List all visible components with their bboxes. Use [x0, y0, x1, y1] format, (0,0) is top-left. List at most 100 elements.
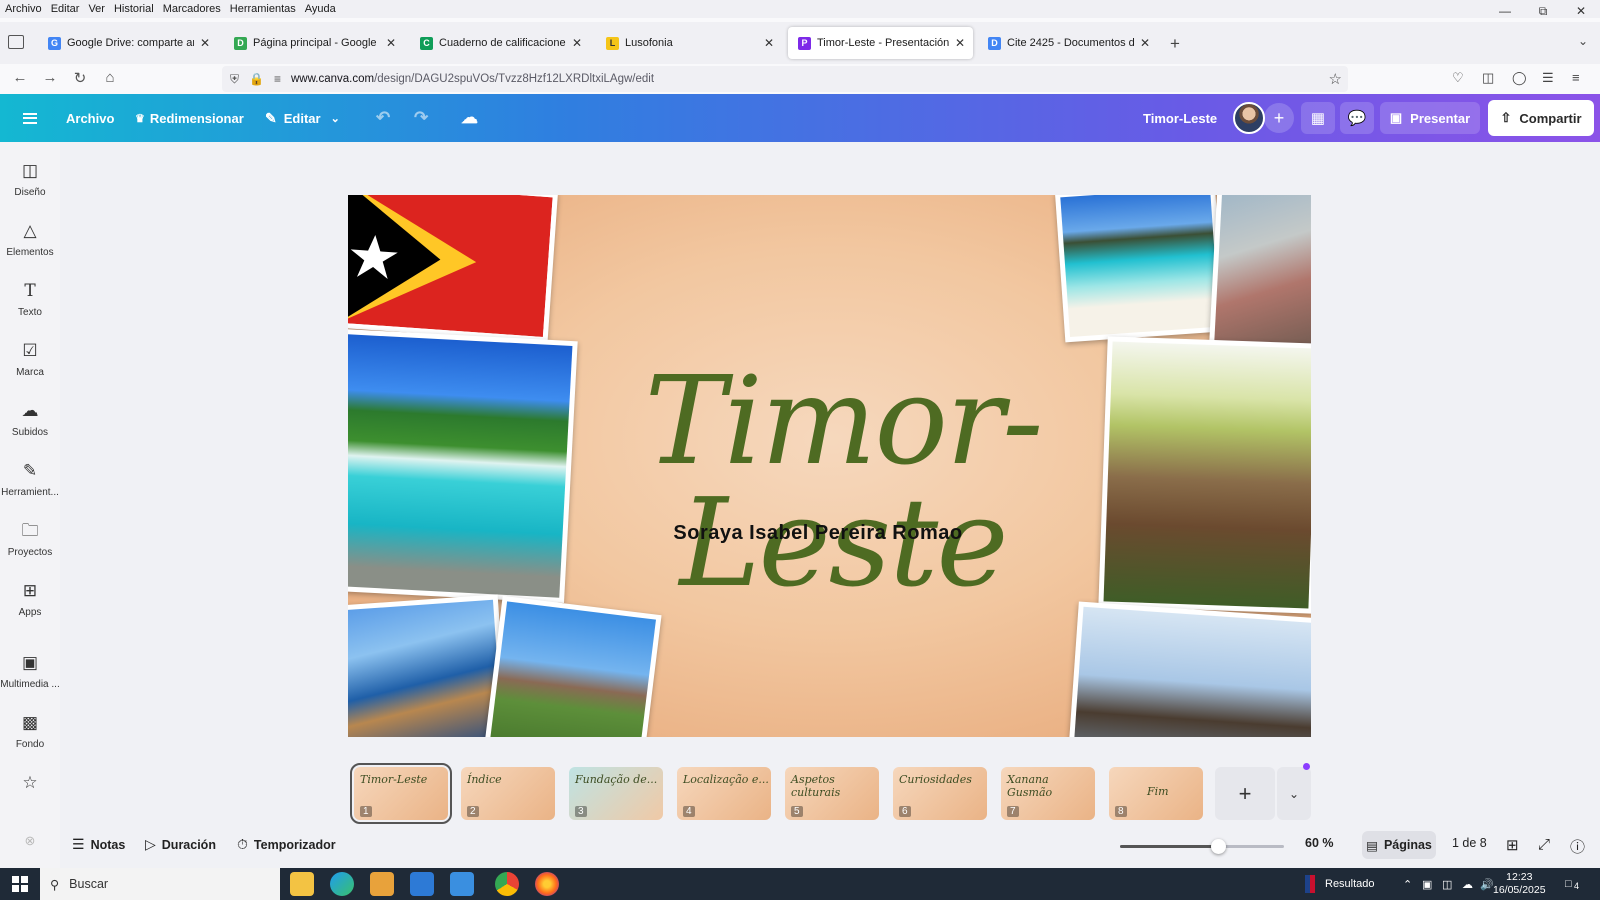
close-tab-icon[interactable]: ✕ — [200, 36, 210, 50]
slide-subtitle[interactable]: Soraya Isabel Pereira Romao — [568, 522, 1068, 545]
close-tab-icon[interactable]: ✕ — [572, 36, 582, 50]
url-text[interactable]: www.canva.com/design/DAGU2spuVOs/Tvzz8Hz… — [291, 73, 654, 85]
page-thumb-1[interactable]: Timor-Leste 1 — [350, 763, 452, 824]
editar-button[interactable]: ✎ Editar ⌄ — [265, 94, 340, 142]
fullscreen-icon[interactable]: ⤢ — [1538, 836, 1550, 853]
notifications-icon[interactable]: □ 4 — [1565, 868, 1579, 900]
taskbar-search[interactable]: ⚲ Buscar — [40, 868, 280, 900]
redimensionar-button[interactable]: ♛ Redimensionar — [135, 94, 244, 142]
page-thumb-5[interactable]: Aspetos culturais 5 — [785, 767, 879, 820]
page-thumb-8[interactable]: Fim 8 — [1109, 767, 1203, 820]
page-count[interactable]: 1 de 8 — [1452, 836, 1487, 850]
page-thumb-2[interactable]: Índice 2 — [461, 767, 555, 820]
tab-gradebook[interactable]: C Cuaderno de calificaciones de 2 ✕ — [410, 27, 590, 59]
sidebar-item-apps[interactable]: ⊞ Apps — [0, 580, 60, 618]
sidebar-item-marca[interactable]: ☑ Marca — [0, 340, 60, 378]
menu-toggle[interactable] — [23, 94, 37, 142]
cloud-save-icon[interactable]: ☁ — [461, 94, 478, 142]
list-all-tabs-icon[interactable] — [8, 35, 24, 49]
restore-icon[interactable]: ⧉ — [1524, 0, 1562, 22]
temporizador-button[interactable]: ⏱ Temporizador — [237, 836, 336, 853]
slide-title[interactable]: Timor-Leste — [558, 360, 1128, 604]
notas-button[interactable]: ☰ Notas — [72, 836, 125, 853]
sidebar-item-elementos[interactable]: △ Elementos — [0, 220, 60, 258]
reload-icon[interactable]: ↻ — [70, 69, 90, 87]
tray-chevron-icon[interactable]: ⌃ — [1403, 868, 1412, 900]
page-thumb-7[interactable]: Xanana Gusmão 7 — [1001, 767, 1095, 820]
tab-google-drive-share[interactable]: G Google Drive: comparte archivo ✕ — [38, 27, 218, 59]
sidebar-item-starred[interactable]: ☆ — [0, 772, 60, 794]
sidebar-collapse[interactable]: ⊗ — [0, 830, 60, 852]
document-title[interactable]: Timor-Leste — [1143, 94, 1217, 142]
help-icon[interactable]: ⓘ — [1570, 836, 1585, 857]
paginas-button[interactable]: ▤ Páginas — [1362, 831, 1436, 859]
menu-archivo[interactable]: Archivo — [5, 3, 42, 15]
sidebar-item-herramientas[interactable]: ✎ Herramient... — [0, 460, 60, 498]
archivo-button[interactable]: Archivo — [66, 94, 114, 142]
file-explorer-icon[interactable] — [290, 872, 314, 896]
boat-photo[interactable] — [1054, 195, 1226, 343]
tab-cite-docs[interactable]: D Cite 2425 - Documentos de Goo ✕ — [978, 27, 1158, 59]
sidebar-item-multimedia[interactable]: ▣ Multimedia ... — [0, 652, 60, 690]
duracion-button[interactable]: ▷ Duración — [145, 836, 216, 853]
tab-timor-leste-presentation[interactable]: P Timor-Leste - Presentación ✕ — [788, 27, 973, 59]
redo-icon[interactable]: ↷ — [414, 94, 428, 142]
extensions-icon[interactable]: ☰ — [1542, 70, 1554, 86]
insights-button[interactable]: ▦ — [1301, 102, 1335, 134]
page-thumb-4[interactable]: Localização e... 4 — [677, 767, 771, 820]
menu-ayuda[interactable]: Ayuda — [305, 3, 336, 15]
sidebar-icon[interactable]: ◫ — [1482, 70, 1494, 86]
menu-historial[interactable]: Historial — [114, 3, 154, 15]
network-icon[interactable]: ◫ — [1442, 868, 1452, 900]
volume-icon[interactable]: 🔊 — [1480, 868, 1494, 900]
minimize-icon[interactable]: — — [1486, 0, 1524, 22]
url-bar[interactable]: ⛨ 🔒 ≡ www.canva.com/design/DAGU2spuVOs/T… — [222, 66, 1348, 92]
sidebar-item-proyectos[interactable]: 🗀 Proyectos — [0, 520, 60, 558]
store-icon[interactable] — [410, 872, 434, 896]
close-tab-icon[interactable]: ✕ — [386, 36, 396, 50]
firefox-icon[interactable] — [535, 872, 559, 896]
zoom-slider-handle[interactable] — [1211, 839, 1226, 854]
menu-marcadores[interactable]: Marcadores — [163, 3, 221, 15]
grid-view-icon[interactable]: ⊞ — [1506, 836, 1519, 854]
page-thumb-6[interactable]: Curiosidades 6 — [893, 767, 987, 820]
sidebar-item-fondo[interactable]: ▩ Fondo — [0, 712, 60, 750]
menu-editar[interactable]: Editar — [51, 3, 80, 15]
permissions-icon[interactable]: ≡ — [274, 72, 281, 86]
nba-result-widget[interactable]: Resultado — [1305, 868, 1375, 900]
mail-icon[interactable] — [450, 872, 474, 896]
meet-icon[interactable]: ▣ — [1422, 868, 1432, 900]
account-icon[interactable]: ◯ — [1512, 70, 1527, 86]
tab-lusofonia[interactable]: L Lusofonia ✕ — [596, 27, 782, 59]
sidebar-item-texto[interactable]: T Texto — [0, 280, 60, 318]
new-tab-icon[interactable]: + — [1170, 34, 1180, 54]
forward-icon[interactable]: → — [40, 69, 60, 86]
add-collaborator-button[interactable]: + — [1264, 103, 1294, 133]
presentar-button[interactable]: ▣ Presentar — [1380, 102, 1480, 134]
compartir-button[interactable]: ⇧ Compartir — [1488, 100, 1594, 136]
coast-photo[interactable] — [348, 329, 578, 603]
cliff-photo[interactable] — [348, 594, 509, 737]
comments-button[interactable]: 💬 — [1340, 102, 1374, 134]
close-tab-icon[interactable]: ✕ — [955, 36, 965, 50]
sidebar-item-diseno[interactable]: ◫ Diseño — [0, 160, 60, 198]
add-page-button[interactable]: + — [1215, 767, 1275, 820]
lock-icon[interactable]: 🔒 — [249, 72, 264, 86]
bookmark-star-icon[interactable]: ☆ — [1329, 70, 1342, 88]
app-menu-icon[interactable]: ≡ — [1572, 70, 1580, 85]
home-icon[interactable]: ⌂ — [100, 69, 120, 86]
close-window-icon[interactable]: ✕ — [1562, 0, 1600, 22]
avatar[interactable] — [1233, 102, 1265, 134]
menu-ver[interactable]: Ver — [88, 3, 105, 15]
menu-herramientas[interactable]: Herramientas — [230, 3, 296, 15]
chevron-down-icon[interactable]: ⌄ — [1578, 34, 1588, 48]
page-thumb-3[interactable]: Fundação de... 3 — [569, 767, 663, 820]
media-player-icon[interactable] — [370, 872, 394, 896]
shield-icon[interactable]: ⛨ — [230, 72, 239, 87]
back-icon[interactable]: ← — [10, 69, 30, 86]
flag-photo[interactable] — [348, 195, 558, 343]
close-tab-icon[interactable]: ✕ — [1140, 36, 1150, 50]
slide-canvas[interactable]: Timor-Leste Soraya Isabel Pereira Romao — [348, 195, 1311, 737]
close-tab-icon[interactable]: ✕ — [764, 36, 774, 50]
taskbar-clock[interactable]: 12:23 16/05/2025 — [1493, 871, 1546, 897]
